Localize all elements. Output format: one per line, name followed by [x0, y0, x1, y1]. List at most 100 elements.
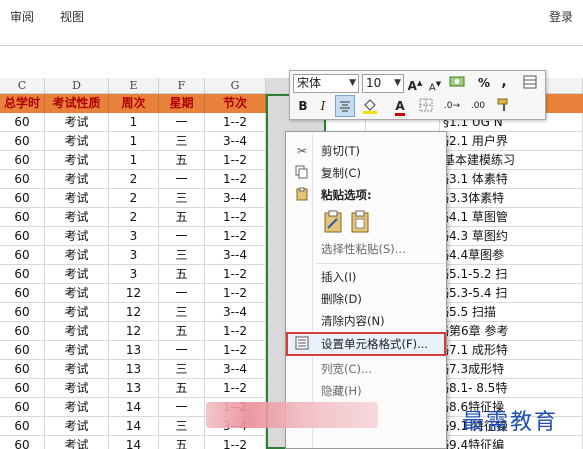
table-cell[interactable]: 60 — [0, 151, 45, 170]
table-cell[interactable]: 1 — [109, 132, 159, 151]
table-cell[interactable]: 三 — [159, 189, 205, 208]
align-center-button[interactable] — [335, 95, 355, 117]
italic-button[interactable]: I — [315, 97, 331, 115]
table-cell[interactable]: 1 — [109, 151, 159, 170]
table-cell[interactable]: 14 — [109, 417, 159, 436]
menu-item-cut[interactable]: ✂ 剪切(T) — [288, 140, 444, 162]
table-cell[interactable]: 考试 — [45, 360, 109, 379]
table-cell[interactable]: 考试 — [45, 341, 109, 360]
column-header-d[interactable]: D — [45, 78, 109, 94]
percent-button[interactable]: % — [476, 74, 492, 92]
header-weekday[interactable]: 星期 — [159, 94, 205, 113]
table-cell[interactable]: 考试 — [45, 151, 109, 170]
table-cell[interactable]: 考试 — [45, 303, 109, 322]
table-cell[interactable]: 3--4 — [205, 246, 266, 265]
menu-item-paste-special[interactable]: 选择性粘贴(S)... — [288, 238, 444, 260]
table-cell[interactable]: 考试 — [45, 398, 109, 417]
table-cell[interactable]: 60 — [0, 113, 45, 132]
table-cell[interactable]: 60 — [0, 208, 45, 227]
table-cell[interactable]: 一 — [159, 398, 205, 417]
table-cell[interactable]: 1--2 — [205, 322, 266, 341]
table-cell[interactable]: 2 — [109, 208, 159, 227]
table-cell[interactable]: 五 — [159, 436, 205, 449]
table-cell[interactable]: 考试 — [45, 170, 109, 189]
table-cell[interactable]: 3--4 — [205, 132, 266, 151]
table-cell[interactable]: §4.1 草图管 — [440, 208, 583, 227]
font-size-field[interactable]: 10 ▼ — [362, 74, 404, 93]
table-cell[interactable]: 60 — [0, 170, 45, 189]
fill-color-icon[interactable] — [360, 97, 382, 120]
table-cell[interactable]: §7.3成形特 — [440, 360, 583, 379]
header-exam-type[interactable]: 考试性质 — [45, 94, 109, 113]
menu-item-copy[interactable]: 复制(C) — [288, 162, 444, 184]
table-cell[interactable]: 三 — [159, 303, 205, 322]
table-cell[interactable]: §第6章 参考 — [440, 322, 583, 341]
table-cell[interactable]: 14 — [109, 436, 159, 449]
font-color-button[interactable]: A — [390, 97, 410, 116]
menu-item-column-width[interactable]: 列宽(C)... — [288, 358, 444, 380]
table-cell[interactable]: 考试 — [45, 322, 109, 341]
table-cell[interactable]: 60 — [0, 398, 45, 417]
number-format-icon[interactable] — [447, 74, 469, 95]
table-cell[interactable]: 考试 — [45, 113, 109, 132]
table-cell[interactable]: §9.4特征编 — [440, 436, 583, 449]
menu-item-clear-contents[interactable]: 清除内容(N) — [288, 310, 444, 332]
table-cell[interactable]: 考试 — [45, 132, 109, 151]
table-cell[interactable]: 12 — [109, 284, 159, 303]
table-cell[interactable]: §5.1-5.2 扫 — [440, 265, 583, 284]
column-header-g[interactable]: G — [205, 78, 266, 94]
table-cell[interactable]: 三 — [159, 132, 205, 151]
table-cell[interactable]: §8.1- 8.5特 — [440, 379, 583, 398]
table-cell[interactable]: 五 — [159, 151, 205, 170]
table-cell[interactable]: 1--2 — [205, 379, 266, 398]
chevron-down-icon[interactable]: ▼ — [349, 75, 356, 92]
tab-view[interactable]: 视图 — [60, 8, 84, 25]
paste-values-icon[interactable] — [348, 210, 372, 234]
table-cell[interactable]: 3 — [109, 246, 159, 265]
table-cell[interactable]: 考试 — [45, 379, 109, 398]
table-cell[interactable]: 一 — [159, 113, 205, 132]
table-cell[interactable]: 13 — [109, 379, 159, 398]
table-cell[interactable]: 3--4 — [205, 189, 266, 208]
table-cell[interactable]: 1--2 — [205, 170, 266, 189]
table-cell[interactable]: 考试 — [45, 436, 109, 449]
tab-review[interactable]: 审阅 — [10, 8, 34, 25]
table-cell[interactable]: 1--2 — [205, 227, 266, 246]
table-cell[interactable]: 3 — [109, 227, 159, 246]
table-cell[interactable]: 60 — [0, 322, 45, 341]
table-cell[interactable]: 1--2 — [205, 265, 266, 284]
column-header-c[interactable]: C — [0, 78, 45, 94]
paste-icon[interactable] — [321, 210, 345, 234]
table-cell[interactable]: 考试 — [45, 208, 109, 227]
column-header-f[interactable]: F — [159, 78, 205, 94]
table-cell[interactable]: 2 — [109, 189, 159, 208]
table-cell[interactable]: §4.3 草图约 — [440, 227, 583, 246]
format-painter-icon[interactable] — [494, 97, 514, 118]
table-cell[interactable]: 12 — [109, 303, 159, 322]
table-cell[interactable]: 五 — [159, 265, 205, 284]
table-cell[interactable]: 60 — [0, 417, 45, 436]
table-cell[interactable]: 五 — [159, 322, 205, 341]
header-total-hours[interactable]: 总学时 — [0, 94, 45, 113]
table-cell[interactable]: 60 — [0, 227, 45, 246]
column-header-e[interactable]: E — [109, 78, 159, 94]
table-cell[interactable]: 考试 — [45, 246, 109, 265]
table-cell[interactable]: 1--2 — [205, 208, 266, 227]
table-cell[interactable]: §5.3-5.4 扫 — [440, 284, 583, 303]
table-cell[interactable]: §4.4草图参 — [440, 246, 583, 265]
shrink-font-button[interactable]: A▼ — [427, 75, 443, 97]
increase-decimal-icon[interactable]: .0→ — [442, 97, 462, 115]
table-cell[interactable]: 60 — [0, 360, 45, 379]
table-cell[interactable]: 一 — [159, 227, 205, 246]
menu-item-insert[interactable]: 插入(I) — [288, 266, 444, 288]
table-cell[interactable]: 60 — [0, 284, 45, 303]
table-cell[interactable]: 考试 — [45, 265, 109, 284]
table-cell[interactable]: 13 — [109, 341, 159, 360]
table-cell[interactable]: 2 — [109, 170, 159, 189]
grow-font-button[interactable]: A▲ — [407, 74, 423, 95]
table-cell[interactable]: 60 — [0, 379, 45, 398]
table-cell[interactable]: §7.1 成形特 — [440, 341, 583, 360]
table-cell[interactable]: 一 — [159, 170, 205, 189]
table-cell[interactable]: 1--2 — [205, 436, 266, 449]
font-name-field[interactable]: 宋体 ▼ — [293, 74, 359, 93]
